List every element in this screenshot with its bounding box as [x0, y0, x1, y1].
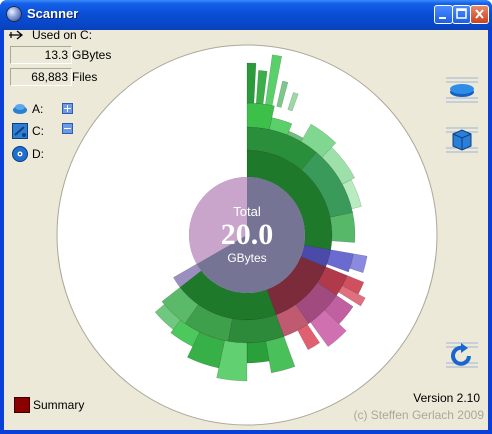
arrow-right-icon [9, 30, 23, 40]
center-caption: Total [233, 204, 261, 219]
copyright-label: (c) Steffen Gerlach 2009 [353, 408, 484, 422]
refresh-icon [446, 342, 478, 368]
hard-drive-icon [12, 123, 28, 139]
center-total-value: 20.0 [221, 218, 274, 251]
folder-segment[interactable] [329, 212, 356, 243]
drive-label-d: D: [32, 147, 44, 161]
drive-label-c: C: [32, 124, 44, 138]
sunburst-chart[interactable]: Total 20.0 GBytes [55, 43, 445, 433]
used-size-unit: GBytes [72, 48, 112, 62]
close-icon [475, 9, 484, 19]
expand-button[interactable] [62, 103, 73, 114]
close-button[interactable] [470, 5, 489, 24]
maximize-button[interactable] [452, 5, 471, 24]
collapse-button[interactable] [62, 123, 73, 134]
drive-item-d[interactable]: D: [12, 146, 72, 164]
disk-platter-icon [446, 77, 478, 103]
cube-icon [446, 127, 478, 153]
window-title: Scanner [27, 6, 79, 21]
used-size-value: 13.3 [10, 46, 72, 64]
drive-label-a: A: [32, 102, 44, 116]
zoom-out-button[interactable] [446, 74, 478, 106]
refresh-button[interactable] [446, 339, 478, 371]
title-bar[interactable]: Scanner [0, 0, 492, 30]
maximize-icon [456, 8, 467, 19]
version-label: Version 2.10 [413, 391, 480, 405]
center-unit: GBytes [227, 251, 266, 265]
client-area: Total 20.0 GBytes Used on C: 13.3 GBytes… [4, 28, 488, 433]
header-label: Used on C: [32, 28, 93, 42]
minimize-button[interactable] [434, 5, 453, 24]
app-window: Scanner Total 20.0 GBytes Used on C: 13. [0, 0, 492, 434]
file-count-value: 68,883 [10, 68, 72, 86]
summary-label: Summary [33, 398, 85, 412]
summary-icon [14, 397, 30, 413]
floppy-drive-icon [13, 104, 27, 114]
file-count-unit: Files [72, 70, 98, 84]
app-globe-icon [6, 6, 22, 22]
cd-drive-icon [12, 146, 28, 162]
subfolder-segment[interactable] [246, 341, 270, 364]
minimize-icon [439, 17, 446, 19]
view-3d-button[interactable] [446, 124, 478, 156]
